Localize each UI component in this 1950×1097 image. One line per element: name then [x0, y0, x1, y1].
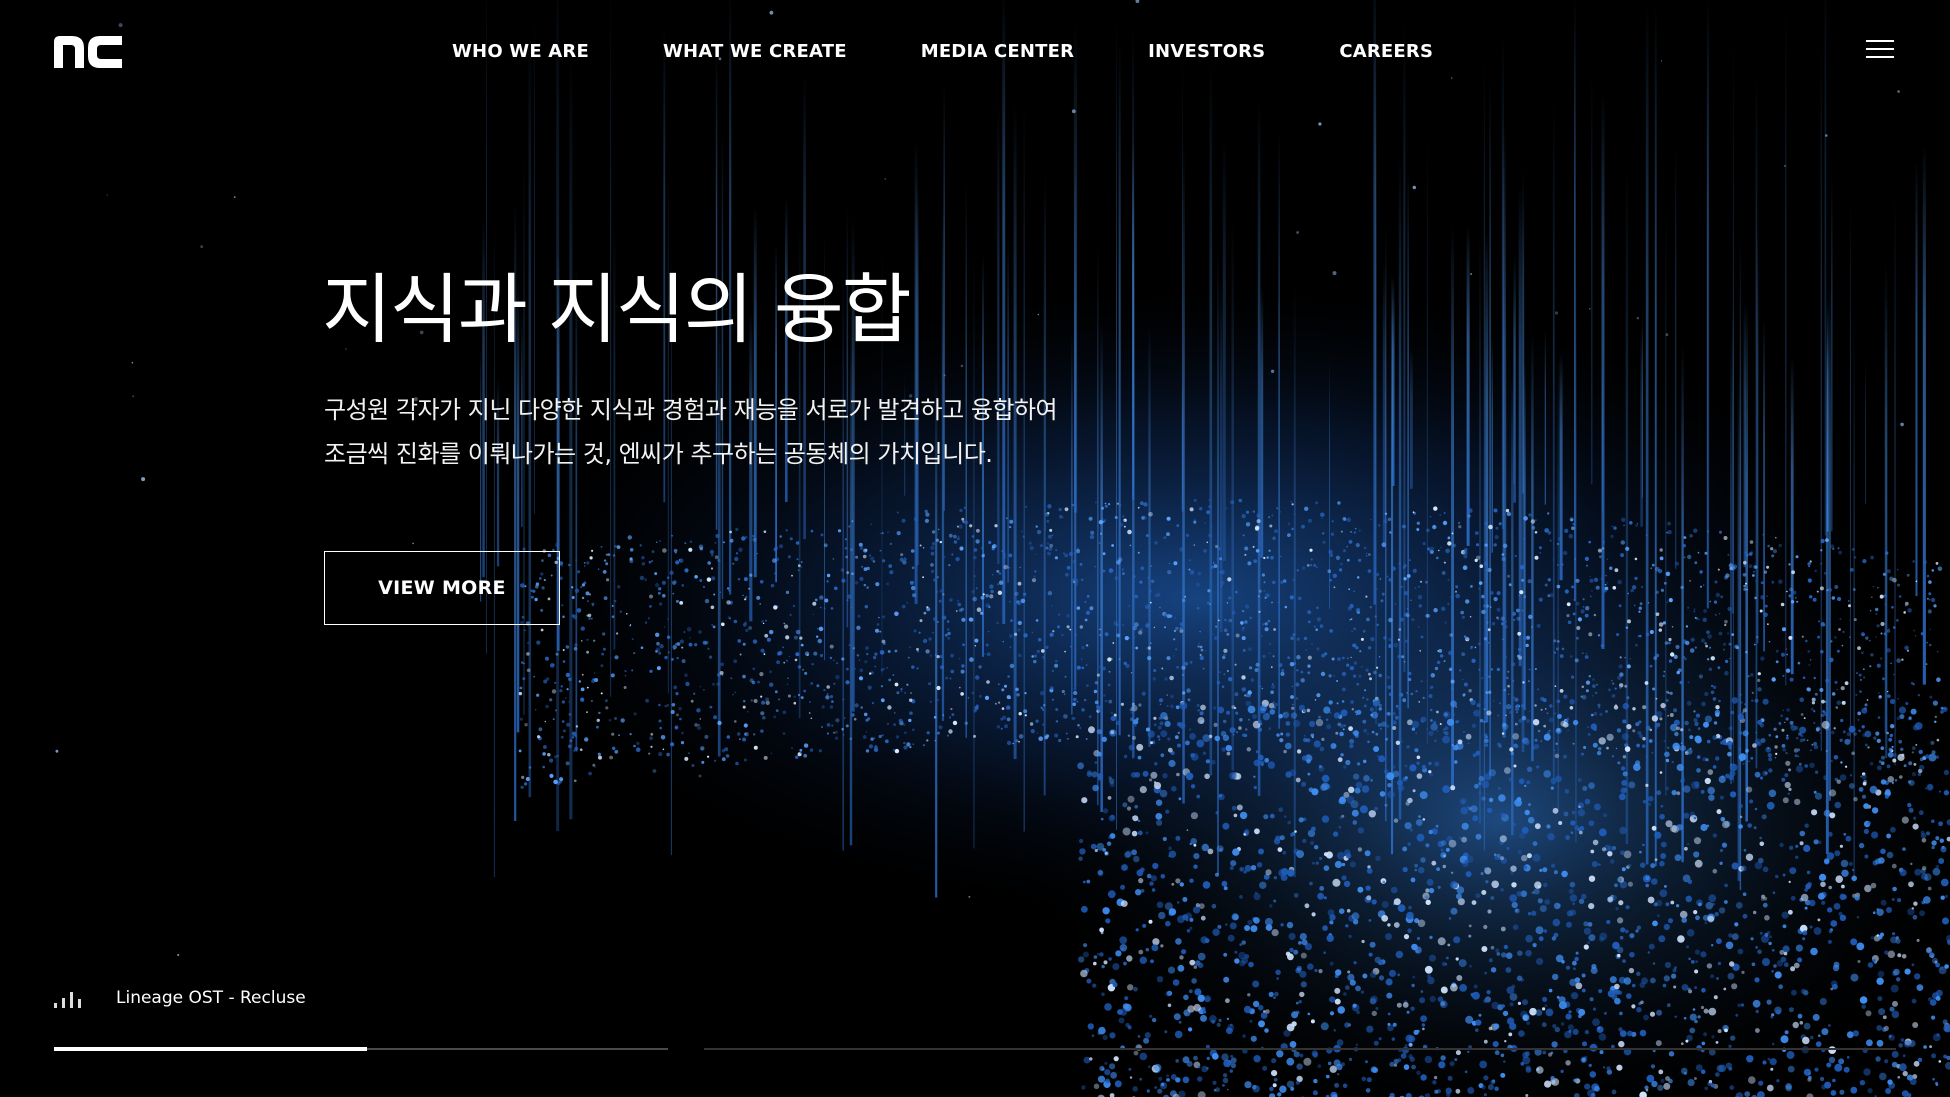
hero-description-line-2: 조금씩 진화를 이뤄나가는 것, 엔씨가 추구하는 공동체의 가치입니다.: [324, 440, 993, 468]
nav-investors[interactable]: INVESTORS: [1148, 40, 1265, 64]
nav-careers[interactable]: CAREERS: [1339, 40, 1433, 64]
track-title: Lineage OST - Recluse: [116, 988, 306, 1008]
site-header: WHO WE ARE WHAT WE CREATE MEDIA CENTER I…: [0, 0, 1950, 104]
slide-progress-bar-secondary[interactable]: [704, 1048, 1896, 1050]
hero-title: 지식과 지식의 융합: [322, 265, 912, 354]
slide-progress-fill: [54, 1047, 368, 1051]
hero-description: 구성원 각자가 지닌 다양한 지식과 경험과 재능을 서로가 발견하고 융합하여…: [324, 388, 1224, 476]
page: WHO WE ARE WHAT WE CREATE MEDIA CENTER I…: [0, 0, 1950, 1097]
slide-progress-bar[interactable]: [54, 1047, 668, 1051]
main-nav: WHO WE ARE WHAT WE CREATE MEDIA CENTER I…: [452, 40, 1433, 64]
view-more-button[interactable]: VIEW MORE: [324, 551, 560, 625]
hero-background-visual: [55, 0, 1950, 1097]
nc-logo[interactable]: [54, 36, 122, 68]
equalizer-icon[interactable]: [54, 988, 84, 1008]
nav-who-we-are[interactable]: WHO WE ARE: [452, 40, 589, 64]
music-player[interactable]: Lineage OST - Recluse: [54, 988, 306, 1008]
nav-media-center[interactable]: MEDIA CENTER: [921, 40, 1074, 64]
hamburger-menu-icon[interactable]: [1866, 40, 1894, 62]
hero-description-line-1: 구성원 각자가 지닌 다양한 지식과 경험과 재능을 서로가 발견하고 융합하여: [324, 396, 1058, 424]
nav-what-we-create[interactable]: WHAT WE CREATE: [663, 40, 847, 64]
